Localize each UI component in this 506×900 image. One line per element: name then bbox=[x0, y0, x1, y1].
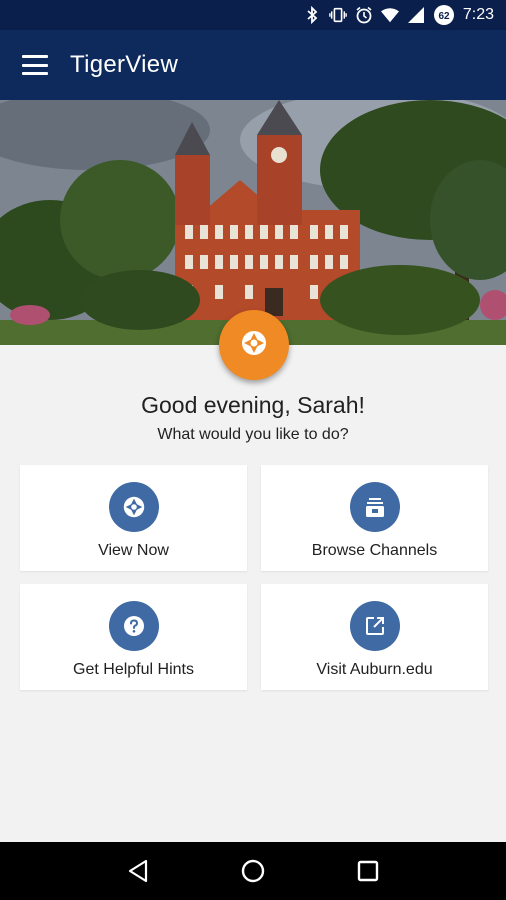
app-title: TigerView bbox=[70, 51, 179, 78]
hamburger-menu-icon[interactable] bbox=[22, 55, 48, 75]
battery-level: 62 bbox=[438, 11, 450, 22]
greeting-subtitle: What would you like to do? bbox=[157, 426, 349, 443]
helpful-hints-label: Get Helpful Hints bbox=[73, 661, 194, 678]
external-link-icon bbox=[349, 601, 400, 651]
vibrate-icon bbox=[329, 6, 347, 24]
back-icon[interactable] bbox=[123, 856, 153, 886]
home-icon[interactable] bbox=[238, 856, 268, 886]
system-nav-bar bbox=[0, 842, 506, 900]
battery-icon: 62 bbox=[433, 4, 455, 26]
helpful-hints-card[interactable]: Get Helpful Hints bbox=[20, 584, 247, 690]
app-bar: TigerView bbox=[0, 30, 506, 100]
camera-shutter-icon bbox=[108, 482, 159, 532]
channels-icon bbox=[349, 482, 400, 532]
alarm-icon bbox=[355, 6, 373, 24]
bluetooth-icon bbox=[303, 6, 321, 24]
visit-auburn-card[interactable]: Visit Auburn.edu bbox=[261, 584, 488, 690]
view-now-card[interactable]: View Now bbox=[20, 465, 247, 571]
wifi-icon bbox=[380, 6, 399, 24]
recents-icon[interactable] bbox=[353, 856, 383, 886]
browse-channels-card[interactable]: Browse Channels bbox=[261, 465, 488, 571]
status-time: 7:23 bbox=[462, 6, 494, 23]
view-now-fab[interactable] bbox=[219, 310, 289, 380]
visit-auburn-label: Visit Auburn.edu bbox=[316, 661, 433, 678]
browse-channels-label: Browse Channels bbox=[311, 542, 438, 559]
greeting-title: Good evening, Sarah! bbox=[141, 392, 365, 418]
view-now-label: View Now bbox=[98, 542, 169, 559]
help-icon bbox=[108, 601, 159, 651]
camera-shutter-icon bbox=[240, 329, 268, 362]
status-bar: 62 7:23 bbox=[0, 0, 506, 30]
campus-clock-tower-photo bbox=[0, 100, 506, 345]
signal-icon bbox=[407, 6, 425, 24]
